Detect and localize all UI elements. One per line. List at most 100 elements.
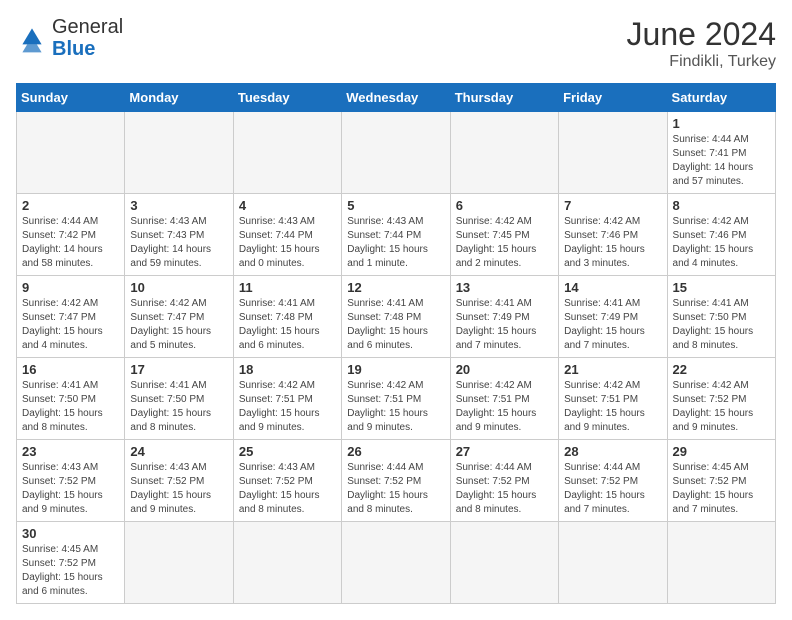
day-number: 2 (22, 198, 119, 213)
calendar-cell: 14Sunrise: 4:41 AMSunset: 7:49 PMDayligh… (559, 276, 667, 358)
calendar-cell: 24 Sunrise: 4:43 AMSunset: 7:52 PMDayligh… (125, 440, 233, 522)
calendar-cell: 1 Sunrise: 4:44 AMSunset: 7:41 PMDaylight… (667, 112, 775, 194)
day-info: Sunrise: 4:41 AMSunset: 7:49 PMDaylight:… (564, 297, 661, 353)
calendar-cell: 21Sunrise: 4:42 AMSunset: 7:51 PMDayligh… (559, 358, 667, 440)
day-info: Sunrise: 4:43 AMSunset: 7:52 PMDaylight:… (22, 461, 119, 517)
day-info: Sunrise: 4:41 AMSunset: 7:50 PMDaylight:… (673, 297, 770, 353)
title-block: June 2024 Findikli, Turkey (627, 16, 776, 71)
day-info: Sunrise: 4:43 AMSunset: 7:52 PMDaylight:… (239, 461, 336, 517)
calendar-cell: 10Sunrise: 4:42 AMSunset: 7:47 PMDayligh… (125, 276, 233, 358)
day-number: 26 (347, 444, 444, 459)
calendar-week-4: 16 Sunrise: 4:41 AMSunset: 7:50 PMDayligh… (17, 358, 776, 440)
day-number: 28 (564, 444, 661, 459)
day-number: 15 (673, 280, 770, 295)
day-header-sunday: Sunday (17, 84, 125, 112)
day-number: 27 (456, 444, 553, 459)
calendar-cell: 5Sunrise: 4:43 AMSunset: 7:44 PMDaylight… (342, 194, 450, 276)
day-number: 20 (456, 362, 553, 377)
calendar-cell (667, 522, 775, 604)
day-info: Sunrise: 4:44 AMSunset: 7:41 PMDaylight:… (673, 133, 770, 189)
day-number: 18 (239, 362, 336, 377)
day-number: 17 (130, 362, 227, 377)
day-info: Sunrise: 4:42 AMSunset: 7:52 PMDaylight:… (673, 379, 770, 435)
day-info: Sunrise: 4:42 AMSunset: 7:51 PMDaylight:… (456, 379, 553, 435)
calendar-cell: 25Sunrise: 4:43 AMSunset: 7:52 PMDayligh… (233, 440, 341, 522)
day-number: 10 (130, 280, 227, 295)
day-number: 22 (673, 362, 770, 377)
calendar-cell: 18 Sunrise: 4:42 AMSunset: 7:51 PMDayligh… (233, 358, 341, 440)
calendar-body: 1 Sunrise: 4:44 AMSunset: 7:41 PMDaylight… (17, 112, 776, 604)
calendar-week-6: 30 Sunrise: 4:45 AMSunset: 7:52 PMDayligh… (17, 522, 776, 604)
calendar-cell (450, 522, 558, 604)
day-info: Sunrise: 4:45 AMSunset: 7:52 PMDaylight:… (22, 543, 119, 599)
day-header-friday: Friday (559, 84, 667, 112)
day-number: 1 (673, 116, 770, 131)
logo: General Blue (16, 16, 123, 60)
day-header-monday: Monday (125, 84, 233, 112)
day-number: 30 (22, 526, 119, 541)
calendar-header: SundayMondayTuesdayWednesdayThursdayFrid… (17, 84, 776, 112)
day-number: 7 (564, 198, 661, 213)
day-info: Sunrise: 4:45 AMSunset: 7:52 PMDaylight:… (673, 461, 770, 517)
calendar-cell (559, 522, 667, 604)
day-info: Sunrise: 4:42 AMSunset: 7:46 PMDaylight:… (564, 215, 661, 271)
calendar-week-5: 23Sunrise: 4:43 AMSunset: 7:52 PMDayligh… (17, 440, 776, 522)
day-info: Sunrise: 4:44 AMSunset: 7:52 PMDaylight:… (456, 461, 553, 517)
day-info: Sunrise: 4:41 AMSunset: 7:48 PMDaylight:… (239, 297, 336, 353)
calendar-cell: 22 Sunrise: 4:42 AMSunset: 7:52 PMDayligh… (667, 358, 775, 440)
day-info: Sunrise: 4:43 AMSunset: 7:52 PMDaylight:… (130, 461, 227, 517)
day-info: Sunrise: 4:44 AMSunset: 7:52 PMDaylight:… (564, 461, 661, 517)
day-info: Sunrise: 4:42 AMSunset: 7:51 PMDaylight:… (239, 379, 336, 435)
day-info: Sunrise: 4:44 AMSunset: 7:52 PMDaylight:… (347, 461, 444, 517)
calendar-cell: 6Sunrise: 4:42 AMSunset: 7:45 PMDaylight… (450, 194, 558, 276)
day-info: Sunrise: 4:44 AMSunset: 7:42 PMDaylight:… (22, 215, 119, 271)
logo-icon (16, 22, 48, 54)
day-info: Sunrise: 4:42 AMSunset: 7:45 PMDaylight:… (456, 215, 553, 271)
calendar-cell: 27 Sunrise: 4:44 AMSunset: 7:52 PMDayligh… (450, 440, 558, 522)
calendar-cell (342, 522, 450, 604)
calendar-cell: 23Sunrise: 4:43 AMSunset: 7:52 PMDayligh… (17, 440, 125, 522)
calendar-week-3: 9 Sunrise: 4:42 AMSunset: 7:47 PMDaylight… (17, 276, 776, 358)
day-info: Sunrise: 4:42 AMSunset: 7:46 PMDaylight:… (673, 215, 770, 271)
calendar-cell: 26 Sunrise: 4:44 AMSunset: 7:52 PMDayligh… (342, 440, 450, 522)
day-info: Sunrise: 4:41 AMSunset: 7:50 PMDaylight:… (130, 379, 227, 435)
calendar-table: SundayMondayTuesdayWednesdayThursdayFrid… (16, 83, 776, 604)
day-number: 13 (456, 280, 553, 295)
day-number: 29 (673, 444, 770, 459)
calendar-week-1: 1 Sunrise: 4:44 AMSunset: 7:41 PMDaylight… (17, 112, 776, 194)
calendar-cell: 15 Sunrise: 4:41 AMSunset: 7:50 PMDayligh… (667, 276, 775, 358)
day-number: 4 (239, 198, 336, 213)
calendar-cell (125, 522, 233, 604)
day-info: Sunrise: 4:42 AMSunset: 7:51 PMDaylight:… (564, 379, 661, 435)
day-number: 16 (22, 362, 119, 377)
day-number: 8 (673, 198, 770, 213)
calendar-cell (233, 112, 341, 194)
day-header-tuesday: Tuesday (233, 84, 341, 112)
calendar-cell: 11Sunrise: 4:41 AMSunset: 7:48 PMDayligh… (233, 276, 341, 358)
day-number: 9 (22, 280, 119, 295)
calendar-cell: 30 Sunrise: 4:45 AMSunset: 7:52 PMDayligh… (17, 522, 125, 604)
day-info: Sunrise: 4:43 AMSunset: 7:43 PMDaylight:… (130, 215, 227, 271)
calendar-cell: 16 Sunrise: 4:41 AMSunset: 7:50 PMDayligh… (17, 358, 125, 440)
day-number: 12 (347, 280, 444, 295)
calendar-cell (450, 112, 558, 194)
day-info: Sunrise: 4:41 AMSunset: 7:50 PMDaylight:… (22, 379, 119, 435)
calendar-cell: 28 Sunrise: 4:44 AMSunset: 7:52 PMDayligh… (559, 440, 667, 522)
day-header-wednesday: Wednesday (342, 84, 450, 112)
day-number: 19 (347, 362, 444, 377)
day-info: Sunrise: 4:41 AMSunset: 7:48 PMDaylight:… (347, 297, 444, 353)
day-header-thursday: Thursday (450, 84, 558, 112)
calendar-week-2: 2 Sunrise: 4:44 AMSunset: 7:42 PMDaylight… (17, 194, 776, 276)
day-info: Sunrise: 4:42 AMSunset: 7:51 PMDaylight:… (347, 379, 444, 435)
calendar-cell (559, 112, 667, 194)
calendar-cell: 19 Sunrise: 4:42 AMSunset: 7:51 PMDayligh… (342, 358, 450, 440)
calendar-cell: 4Sunrise: 4:43 AMSunset: 7:44 PMDaylight… (233, 194, 341, 276)
calendar-cell (233, 522, 341, 604)
calendar-cell (342, 112, 450, 194)
day-info: Sunrise: 4:41 AMSunset: 7:49 PMDaylight:… (456, 297, 553, 353)
calendar-cell: 2 Sunrise: 4:44 AMSunset: 7:42 PMDaylight… (17, 194, 125, 276)
day-info: Sunrise: 4:42 AMSunset: 7:47 PMDaylight:… (22, 297, 119, 353)
calendar-cell (17, 112, 125, 194)
day-number: 24 (130, 444, 227, 459)
calendar-cell: 7 Sunrise: 4:42 AMSunset: 7:46 PMDaylight… (559, 194, 667, 276)
